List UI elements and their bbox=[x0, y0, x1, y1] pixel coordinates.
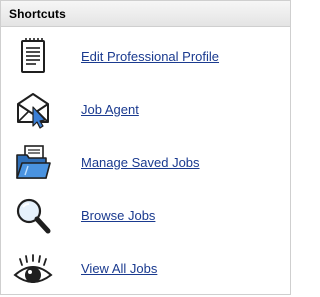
folder-icon bbox=[13, 143, 53, 183]
shortcut-browse-jobs[interactable]: Browse Jobs bbox=[1, 192, 290, 240]
panel-header: Shortcuts bbox=[1, 1, 290, 27]
document-icon bbox=[13, 37, 53, 77]
shortcut-label[interactable]: Browse Jobs bbox=[81, 208, 155, 223]
shortcut-job-agent[interactable]: Job Agent bbox=[1, 86, 290, 134]
envelope-cursor-icon bbox=[13, 90, 53, 130]
panel-title: Shortcuts bbox=[9, 7, 66, 21]
shortcut-label[interactable]: Edit Professional Profile bbox=[81, 49, 219, 64]
shortcut-label[interactable]: View All Jobs bbox=[81, 261, 157, 276]
shortcut-view-all-jobs[interactable]: View All Jobs bbox=[1, 245, 290, 293]
eye-icon bbox=[13, 249, 53, 289]
shortcut-manage-saved-jobs[interactable]: Manage Saved Jobs bbox=[1, 139, 290, 187]
magnifier-icon bbox=[13, 196, 53, 236]
shortcut-label[interactable]: Manage Saved Jobs bbox=[81, 155, 200, 170]
shortcut-label[interactable]: Job Agent bbox=[81, 102, 139, 117]
shortcut-edit-profile[interactable]: Edit Professional Profile bbox=[1, 33, 290, 81]
shortcuts-panel: Shortcuts Edit Professional Profile Job … bbox=[0, 0, 291, 295]
